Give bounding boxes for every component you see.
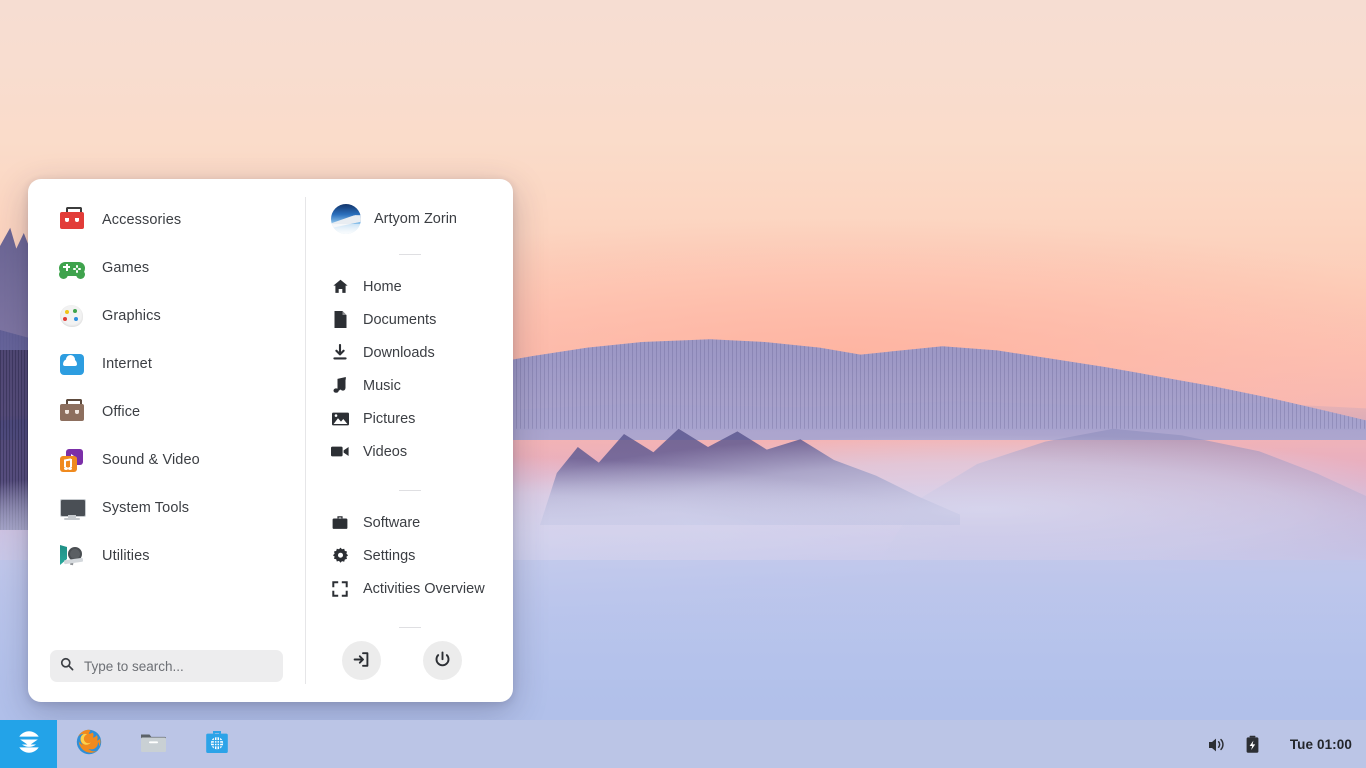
briefcase-icon — [331, 514, 349, 532]
place-item-music[interactable]: Music — [306, 369, 513, 402]
user-name: Artyom Zorin — [374, 211, 457, 227]
action-buttons — [306, 641, 513, 702]
places-list: Home Documents — [306, 270, 513, 468]
download-icon — [331, 344, 349, 362]
place-label: Documents — [363, 312, 436, 328]
system-list: Software Settings — [306, 506, 513, 605]
overview-icon — [331, 580, 349, 598]
category-item-accessories[interactable]: Accessories — [28, 196, 305, 244]
place-item-home[interactable]: Home — [306, 270, 513, 303]
volume-icon[interactable] — [1202, 727, 1232, 761]
category-label: Graphics — [102, 308, 161, 324]
home-icon — [331, 278, 349, 296]
zorin-menu-button[interactable] — [0, 720, 57, 768]
gear-icon — [331, 547, 349, 565]
place-label: Downloads — [363, 345, 435, 361]
video-camera-icon — [331, 443, 349, 461]
menu-right-column: Artyom Zorin Home — [306, 179, 513, 702]
file-manager-icon — [138, 729, 168, 760]
category-label: Accessories — [102, 212, 181, 228]
taskbar-item-firefox[interactable] — [57, 720, 121, 768]
toolbox-red-icon — [58, 206, 86, 234]
picture-icon — [331, 410, 349, 428]
category-label: Internet — [102, 356, 152, 372]
music-note-icon — [331, 377, 349, 395]
category-item-utilities[interactable]: Utilities — [28, 532, 305, 580]
application-menu[interactable]: Accessories Games Graphics — [28, 179, 513, 702]
system-item-activities-overview[interactable]: Activities Overview — [306, 572, 513, 605]
separator — [399, 627, 421, 628]
utilities-icon — [58, 542, 86, 570]
category-item-office[interactable]: Office — [28, 388, 305, 436]
separator — [399, 254, 421, 255]
power-icon — [434, 651, 451, 671]
category-item-sound-video[interactable]: Sound & Video — [28, 436, 305, 484]
palette-icon — [58, 302, 86, 330]
menu-left-column: Accessories Games Graphics — [28, 179, 305, 702]
separator — [399, 490, 421, 491]
system-tray: Tue 01:00 — [1202, 727, 1366, 761]
place-label: Music — [363, 378, 401, 394]
place-item-downloads[interactable]: Downloads — [306, 336, 513, 369]
music-video-icon — [58, 446, 86, 474]
taskbar[interactable]: Tue 01:00 — [0, 720, 1366, 768]
category-list: Accessories Games Graphics — [28, 179, 305, 650]
desktop[interactable]: Accessories Games Graphics — [0, 0, 1366, 768]
system-item-settings[interactable]: Settings — [306, 539, 513, 572]
search-icon — [60, 657, 82, 676]
cloud-blue-icon — [58, 350, 86, 378]
log-out-button[interactable] — [342, 641, 381, 680]
category-label: Games — [102, 260, 149, 276]
system-label: Activities Overview — [363, 581, 485, 597]
power-button[interactable] — [423, 641, 462, 680]
place-label: Videos — [363, 444, 407, 460]
monitor-icon — [58, 494, 86, 522]
place-item-documents[interactable]: Documents — [306, 303, 513, 336]
system-label: Settings — [363, 548, 415, 564]
category-label: System Tools — [102, 500, 189, 516]
system-label: Software — [363, 515, 420, 531]
taskbar-item-software[interactable] — [185, 720, 249, 768]
category-item-graphics[interactable]: Graphics — [28, 292, 305, 340]
gamepad-green-icon — [58, 254, 86, 282]
place-item-videos[interactable]: Videos — [306, 435, 513, 468]
search-container — [28, 650, 305, 702]
category-label: Sound & Video — [102, 452, 200, 468]
place-item-pictures[interactable]: Pictures — [306, 402, 513, 435]
place-label: Home — [363, 279, 402, 295]
zorin-logo-icon — [15, 728, 43, 761]
battery-charging-icon[interactable] — [1238, 727, 1268, 761]
taskbar-item-files[interactable] — [121, 720, 185, 768]
category-item-internet[interactable]: Internet — [28, 340, 305, 388]
firefox-icon — [74, 727, 104, 762]
briefcase-brown-icon — [58, 398, 86, 426]
system-item-software[interactable]: Software — [306, 506, 513, 539]
category-label: Office — [102, 404, 140, 420]
category-item-system-tools[interactable]: System Tools — [28, 484, 305, 532]
category-label: Utilities — [102, 548, 150, 564]
taskbar-app-list — [57, 720, 249, 768]
software-store-icon — [203, 728, 231, 761]
user-account-row[interactable]: Artyom Zorin — [306, 193, 513, 245]
logout-icon — [353, 651, 370, 671]
clock[interactable]: Tue 01:00 — [1290, 737, 1352, 752]
avatar — [331, 204, 361, 234]
category-item-games[interactable]: Games — [28, 244, 305, 292]
document-icon — [331, 311, 349, 329]
search-box[interactable] — [50, 650, 283, 682]
place-label: Pictures — [363, 411, 415, 427]
search-input[interactable] — [82, 658, 273, 675]
